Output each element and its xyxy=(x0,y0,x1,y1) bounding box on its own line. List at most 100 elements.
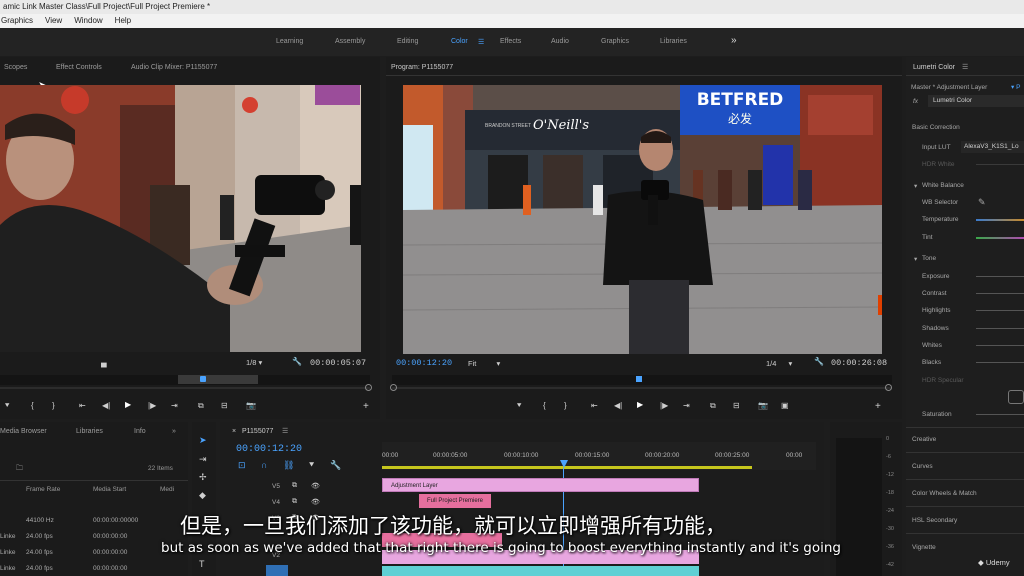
tone-chevron-icon[interactable]: ▾ xyxy=(914,255,917,263)
premiere-clip[interactable]: Full Project Premiere xyxy=(419,494,491,508)
program-scrubber[interactable] xyxy=(392,375,892,385)
eyedropper-icon[interactable]: ✎ xyxy=(978,197,986,208)
program-fit-select[interactable]: Fit ▾ xyxy=(468,359,500,368)
tab-media-browser[interactable]: Media Browser xyxy=(0,425,47,439)
vignette-header[interactable]: Vignette xyxy=(912,544,936,551)
program-go-to-in-icon[interactable]: ⇤ xyxy=(591,401,598,410)
source-mark-out-icon[interactable]: } xyxy=(52,401,55,410)
track-v4-eye-icon[interactable]: 👁 xyxy=(311,498,320,506)
lumetri-clip-dropdown-icon[interactable]: ▾ P xyxy=(1011,83,1020,91)
source-scale-select[interactable]: 1/8 ▾ xyxy=(246,358,262,367)
tab-libraries[interactable]: Libraries xyxy=(76,425,103,439)
saturation-slider[interactable] xyxy=(976,414,1024,415)
program-playhead[interactable] xyxy=(636,376,642,382)
color-wheels-header[interactable]: Color Wheels & Match xyxy=(912,490,977,497)
highlights-slider[interactable] xyxy=(976,310,1024,311)
col-media-start[interactable]: Media Start xyxy=(93,486,126,493)
source-step-back-icon[interactable]: ◀| xyxy=(102,401,110,410)
program-zoom-handle-left[interactable] xyxy=(390,384,397,391)
lumetri-menu-icon[interactable]: ☰ xyxy=(962,61,968,75)
source-video-frame[interactable] xyxy=(0,85,361,352)
track-v1-target[interactable] xyxy=(266,565,288,576)
new-bin-icon[interactable]: 🗀 xyxy=(16,464,23,475)
type-tool-icon[interactable]: T xyxy=(199,559,205,569)
source-insert-icon[interactable]: ⧉ xyxy=(198,401,204,411)
program-zoom-handle-right[interactable] xyxy=(885,384,892,391)
program-settings-wrench-icon[interactable]: 🔧 xyxy=(814,357,824,366)
source-scrubber[interactable] xyxy=(0,375,370,385)
creative-header[interactable]: Creative xyxy=(912,436,936,443)
program-comparison-view-icon[interactable]: ▣ xyxy=(781,401,789,410)
program-current-timecode[interactable]: 00:00:12:20 xyxy=(396,358,452,368)
source-play-icon[interactable]: ▶ xyxy=(125,400,131,409)
linked-selection-icon[interactable]: ⛓ xyxy=(283,460,294,471)
workspace-assembly[interactable]: Assembly xyxy=(335,38,365,45)
program-video-frame[interactable]: BETFRED 必发 O'Neill's BRANDON STREET xyxy=(403,85,882,354)
timeline-marker-icon[interactable]: ⯆ xyxy=(308,460,315,471)
tone-header[interactable]: Tone xyxy=(922,255,936,262)
menu-graphics[interactable]: Graphics xyxy=(0,14,34,28)
menu-window[interactable]: Window xyxy=(73,14,103,28)
lumetri-title[interactable]: Lumetri Color xyxy=(913,61,955,75)
workspace-libraries[interactable]: Libraries xyxy=(660,38,687,45)
program-mark-in-icon[interactable]: { xyxy=(543,401,546,410)
program-scale-select[interactable]: 1/4 ▾ xyxy=(766,359,792,368)
lumetri-effect-row[interactable]: Lumetri Color xyxy=(928,95,1024,107)
program-add-button-icon[interactable]: + xyxy=(875,401,881,412)
source-tab-effect-controls[interactable]: Effect Controls xyxy=(56,61,102,75)
source-overwrite-icon[interactable]: ⊟ xyxy=(221,401,228,410)
timeline-timecode[interactable]: 00:00:12:20 xyxy=(236,444,302,455)
timeline-tab[interactable]: P1155077 xyxy=(242,425,273,439)
source-zoom-handle[interactable] xyxy=(365,384,372,391)
timeline-ruler[interactable]: 00:00 00:00:05:00 00:00:10:00 00:00:15:0… xyxy=(382,442,816,470)
input-lut-select[interactable]: AlexaV3_K1S1_Lo xyxy=(961,141,1024,153)
source-add-button-icon[interactable]: + xyxy=(363,401,369,412)
hdr-white-slider[interactable] xyxy=(976,164,1024,165)
track-select-tool-icon[interactable]: ⇥ xyxy=(199,454,207,465)
ripple-edit-tool-icon[interactable]: ✢ xyxy=(199,472,207,483)
timeline-menu-icon[interactable]: ☰ xyxy=(282,425,288,439)
blacks-slider[interactable] xyxy=(976,362,1024,363)
lumetri-master-clip[interactable]: Master * Adjustment Layer xyxy=(911,84,987,91)
menu-view[interactable]: View xyxy=(44,14,63,28)
track-v4-label[interactable]: V4 xyxy=(272,499,280,506)
workspace-effects[interactable]: Effects xyxy=(500,38,521,45)
exposure-slider[interactable] xyxy=(976,276,1024,277)
program-step-forward-icon[interactable]: |▶ xyxy=(660,401,668,410)
program-extract-icon[interactable]: ⊟ xyxy=(733,401,740,410)
shadows-slider[interactable] xyxy=(976,328,1024,329)
track-v5-label[interactable]: V5 xyxy=(272,483,280,490)
col-media[interactable]: Medi xyxy=(160,486,174,493)
track-v5-sync-icon[interactable]: ⧉ xyxy=(292,482,297,490)
source-zoom-track[interactable] xyxy=(0,387,370,389)
work-area-bar[interactable] xyxy=(382,466,752,469)
nest-icon[interactable]: ⊡ xyxy=(238,460,246,471)
track-v4-sync-icon[interactable]: ⧉ xyxy=(292,498,297,506)
adjustment-layer-clip[interactable]: Adjustment Layer xyxy=(382,478,699,492)
program-step-back-icon[interactable]: ◀| xyxy=(614,401,622,410)
workspace-color[interactable]: Color xyxy=(451,38,468,45)
source-mark-in-icon[interactable]: { xyxy=(31,401,34,410)
workspace-menu-icon[interactable]: ☰ xyxy=(478,38,484,46)
program-mark-out-icon[interactable]: } xyxy=(564,401,567,410)
col-frame-rate[interactable]: Frame Rate xyxy=(26,486,60,493)
curves-header[interactable]: Curves xyxy=(912,463,933,470)
more-workspaces-icon[interactable]: » xyxy=(731,35,737,46)
source-export-frame-icon[interactable]: 📷 xyxy=(246,401,256,410)
program-go-to-out-icon[interactable]: ⇥ xyxy=(683,401,690,410)
program-play-icon[interactable]: ▶ xyxy=(637,400,643,409)
source-settings-wrench-icon[interactable]: 🔧 xyxy=(292,357,302,366)
white-balance-header[interactable]: White Balance xyxy=(922,182,964,189)
selection-tool-icon[interactable]: ➤ xyxy=(199,435,207,446)
program-zoom-track[interactable] xyxy=(392,387,892,389)
project-more-icon[interactable]: » xyxy=(172,425,176,439)
program-title[interactable]: Program: P1155077 xyxy=(391,61,453,75)
razor-tool-icon[interactable]: ◆ xyxy=(199,490,206,501)
v1-clip[interactable] xyxy=(382,566,699,576)
source-add-marker-icon[interactable]: ⯆ xyxy=(4,401,10,411)
tint-slider[interactable] xyxy=(976,237,1024,239)
source-tab-scopes[interactable]: Scopes xyxy=(4,61,27,75)
program-export-frame-icon[interactable]: 📷 xyxy=(758,401,768,410)
program-add-marker-icon[interactable]: ⯆ xyxy=(516,401,522,411)
track-v5-eye-icon[interactable]: 👁 xyxy=(311,482,320,490)
